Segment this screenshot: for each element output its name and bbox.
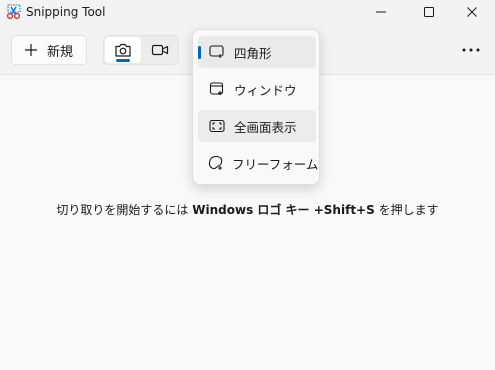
record-mode-video-button[interactable] bbox=[142, 37, 178, 63]
selection-indicator bbox=[198, 46, 201, 59]
camera-icon bbox=[115, 43, 131, 57]
fullscreen-snip-icon bbox=[208, 117, 226, 135]
more-dots-icon bbox=[462, 48, 480, 52]
plus-icon bbox=[25, 44, 37, 56]
maximize-icon bbox=[424, 7, 434, 17]
hint-shortcut: Windows ロゴ キー +Shift+S bbox=[192, 203, 375, 217]
window-snip-icon bbox=[208, 80, 226, 98]
window-title: Snipping Tool bbox=[26, 5, 106, 19]
minimize-icon bbox=[376, 11, 386, 13]
menu-item-label: 全画面表示 bbox=[234, 119, 297, 135]
capture-mode-toggle bbox=[103, 35, 179, 65]
snip-mode-photo-button[interactable] bbox=[105, 37, 141, 63]
hint-suffix: を押します bbox=[374, 203, 439, 217]
snipping-tool-app-icon bbox=[6, 4, 22, 20]
rectangle-snip-icon bbox=[208, 43, 226, 61]
menu-item-freeform[interactable]: フリーフォーム bbox=[198, 147, 319, 179]
new-snip-label: 新規 bbox=[47, 44, 74, 60]
video-camera-icon bbox=[151, 44, 169, 56]
minimize-button[interactable] bbox=[358, 0, 404, 24]
title-bar: Snipping Tool bbox=[0, 0, 495, 24]
menu-item-rectangle[interactable]: 四角形 bbox=[198, 36, 316, 68]
new-snip-button[interactable]: 新規 bbox=[11, 35, 87, 65]
close-button[interactable] bbox=[449, 0, 495, 24]
close-icon bbox=[467, 7, 477, 17]
menu-item-label: ウィンドウ bbox=[234, 82, 297, 98]
snip-mode-menu: 四角形 ウィンドウ 全画面表示 フリーフォーム bbox=[192, 29, 320, 185]
menu-item-fullscreen[interactable]: 全画面表示 bbox=[198, 110, 316, 142]
maximize-button[interactable] bbox=[406, 0, 452, 24]
active-mode-indicator bbox=[116, 59, 130, 62]
freeform-snip-icon bbox=[208, 154, 224, 172]
empty-state-hint: 切り取りを開始するには Windows ロゴ キー +Shift+S を押します bbox=[0, 202, 495, 218]
menu-item-label: 四角形 bbox=[234, 45, 272, 61]
more-options-button[interactable] bbox=[455, 36, 487, 64]
menu-item-window[interactable]: ウィンドウ bbox=[198, 73, 316, 105]
snipping-tool-window: Snipping Tool 新規 切り取りを開始するには Windows ロゴ … bbox=[0, 0, 495, 370]
hint-prefix: 切り取りを開始するには bbox=[56, 203, 193, 217]
menu-item-label: フリーフォーム bbox=[232, 156, 319, 172]
